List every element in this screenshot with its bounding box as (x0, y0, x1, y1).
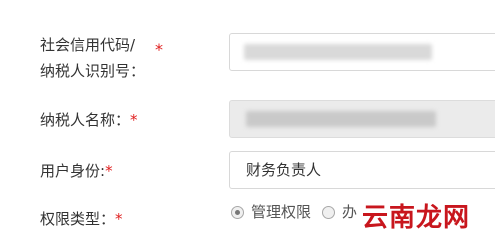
credit-code-input[interactable] (229, 33, 495, 71)
watermark-logo: 云南龙网 (362, 199, 482, 241)
redacted-value (244, 44, 432, 60)
permission-type-label: 权限类型：* (40, 210, 123, 228)
user-role-input[interactable]: 财务负责人 (229, 151, 495, 189)
credit-code-label-line2: 纳税人识别号： (40, 62, 146, 80)
taxpayer-name-label: 纳税人名称：* (40, 111, 138, 129)
user-role-required-mark: * (105, 162, 113, 180)
taxpayer-name-input[interactable] (229, 100, 495, 138)
user-role-value: 财务负责人 (246, 161, 322, 179)
radio-second-option[interactable] (322, 206, 335, 219)
radio-manage-permission-label[interactable]: 管理权限 (251, 201, 311, 223)
redacted-value (246, 111, 436, 127)
radio-manage-permission[interactable] (231, 206, 244, 219)
taxpayer-name-required-mark: * (130, 111, 138, 129)
radio-second-option-label[interactable]: 办 (342, 201, 357, 223)
user-role-label: 用户身份:* (40, 162, 113, 180)
watermark-text: 云南龙网 (362, 203, 471, 233)
credit-code-required-mark: * (155, 40, 163, 59)
credit-code-label-line1: 社会信用代码/ (40, 36, 136, 54)
permission-type-required-mark: * (115, 210, 123, 228)
